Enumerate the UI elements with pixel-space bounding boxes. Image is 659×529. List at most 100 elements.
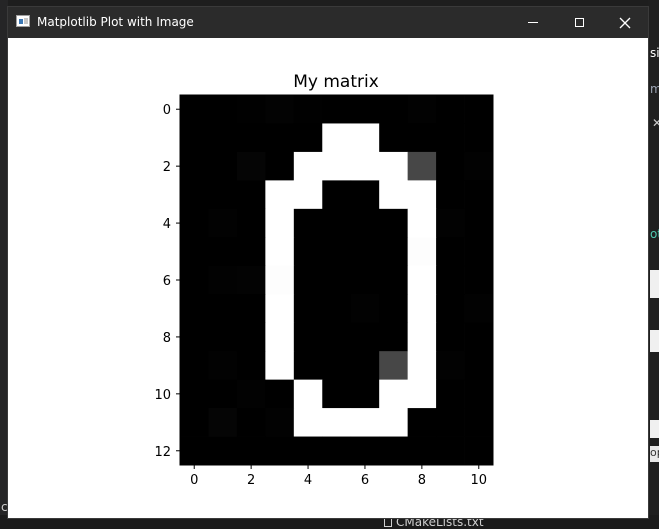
heatmap-cell: [236, 237, 266, 267]
heatmap-cell: [322, 151, 352, 181]
heatmap-cell: [407, 408, 437, 437]
heatmap-cell: [379, 408, 409, 437]
heatmap-cell: [350, 265, 380, 295]
heatmap-cell: [293, 294, 323, 324]
heatmap-cell: [180, 151, 209, 181]
x-tick-label: 4: [304, 473, 312, 488]
heatmap-cell: [293, 180, 323, 210]
heatmap-cell: [350, 123, 380, 153]
heatmap-cell: [293, 436, 323, 466]
heatmap-cell: [322, 208, 352, 238]
heatmap-cell: [322, 408, 352, 437]
heatmap-cell: [407, 95, 437, 124]
heatmap-cell: [265, 95, 295, 124]
heatmap-cell: [208, 294, 238, 324]
background-text-fragment: c: [1, 500, 8, 514]
heatmap-cell: [265, 351, 295, 381]
heatmap-cell: [464, 436, 494, 466]
heatmap-cell: [436, 151, 465, 181]
background-text-fragment: si: [650, 46, 659, 60]
heatmap-cell: [180, 180, 209, 210]
heatmap-cell: [293, 151, 323, 181]
heatmap-cell: [322, 123, 352, 153]
heatmap-cell: [379, 379, 409, 409]
heatmap-cell: [208, 151, 238, 181]
heatmap-cell: [293, 379, 323, 409]
heatmap-cell: [293, 95, 323, 124]
heatmap-cell: [293, 322, 323, 352]
heatmap-cell: [322, 237, 352, 267]
heatmap-cell: [208, 265, 238, 295]
heatmap-cell: [379, 123, 409, 153]
heatmap-cell: [407, 294, 437, 324]
heatmap-cell: [180, 237, 209, 267]
heatmap-cell: [236, 351, 266, 381]
heatmap-cell: [407, 123, 437, 153]
minimize-button[interactable]: [510, 7, 556, 38]
heatmap-cell: [208, 123, 238, 153]
heatmap-cell: [436, 294, 465, 324]
heatmap-cell: [464, 379, 494, 409]
heatmap-cell: [350, 436, 380, 466]
heatmap-cell: [464, 95, 494, 124]
heatmap-cell: [208, 237, 238, 267]
maximize-button[interactable]: [556, 7, 602, 38]
heatmap-cell: [407, 208, 437, 238]
heatmap-cell: [379, 180, 409, 210]
heatmap-cell: [208, 95, 238, 124]
heatmap-cell: [436, 265, 465, 295]
heatmap-cell: [436, 123, 465, 153]
heatmap-cell: [180, 294, 209, 324]
window-titlebar[interactable]: Matplotlib Plot with Image: [8, 7, 648, 38]
heatmap-cell: [464, 265, 494, 295]
heatmap-cell: [436, 237, 465, 267]
heatmap-cell: [293, 123, 323, 153]
heatmap-cell: [208, 180, 238, 210]
heatmap-cell: [350, 151, 380, 181]
heatmap-cell: [236, 436, 266, 466]
heatmap-cell: [180, 95, 209, 124]
heatmap-cell: [180, 408, 209, 437]
y-tick-label: 10: [154, 388, 171, 403]
close-button[interactable]: [602, 7, 648, 38]
heatmap-cell: [265, 208, 295, 238]
heatmap-cell: [265, 123, 295, 153]
heatmap-cell: [236, 294, 266, 324]
heatmap-cell: [379, 265, 409, 295]
heatmap-cell: [293, 351, 323, 381]
heatmap-cell: [236, 379, 266, 409]
x-tick-label: 0: [190, 473, 198, 488]
heatmap-cell: [436, 436, 465, 466]
x-axis: 0 2 4 6 8 10: [190, 465, 487, 488]
heatmap-cell: [293, 208, 323, 238]
background-close-icon: ✕: [652, 116, 659, 130]
heatmap-cell: [208, 379, 238, 409]
x-tick-label: 8: [418, 473, 426, 488]
heatmap-cell: [208, 351, 238, 381]
heatmap-cell: [180, 351, 209, 381]
heatmap-cell: [265, 379, 295, 409]
x-tick-label: 6: [361, 473, 369, 488]
heatmap-cell: [350, 208, 380, 238]
heatmap-cell: [236, 123, 266, 153]
heatmap-cell: [350, 408, 380, 437]
heatmap-cell: [265, 294, 295, 324]
heatmap-cell: [350, 351, 380, 381]
heatmap-cell: [407, 322, 437, 352]
heatmap-cell: [436, 379, 465, 409]
heatmap-cell: [407, 436, 437, 466]
heatmap-cell: [464, 322, 494, 352]
heatmap-cell: [436, 351, 465, 381]
heatmap-cell: [350, 322, 380, 352]
heatmap-cell: [236, 322, 266, 352]
heatmap-cell: [265, 408, 295, 437]
minimize-icon: [528, 22, 538, 23]
heatmap-cell: [236, 151, 266, 181]
heatmap-cell: [322, 379, 352, 409]
heatmap-cell: [322, 322, 352, 352]
heatmap-cell: [180, 123, 209, 153]
heatmap-cell: [379, 322, 409, 352]
heatmap-cell: [265, 436, 295, 466]
heatmap-cell: [350, 95, 380, 124]
heatmap-cell: [407, 265, 437, 295]
